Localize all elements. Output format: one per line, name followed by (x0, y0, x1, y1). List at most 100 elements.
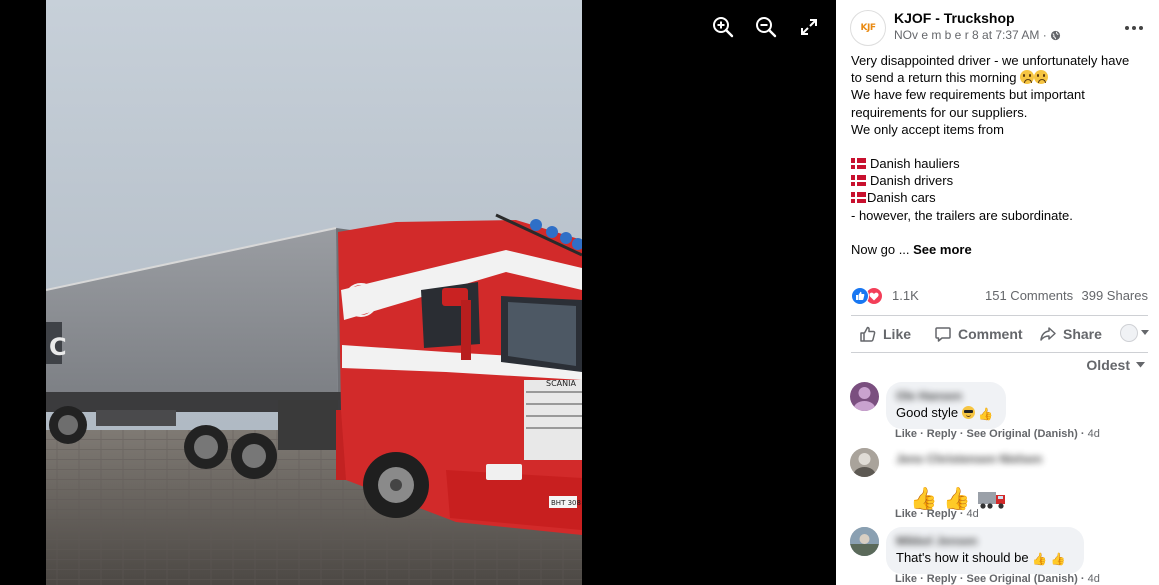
comment-meta: Like · Reply · See Original (Danish) · 4… (895, 428, 1100, 440)
post-header: KJF KJOF - Truckshop NOv e m b e r 8 at … (850, 8, 1150, 46)
post-line: We have few requirements but important (851, 87, 1085, 103)
sad-emoji-icon (1034, 70, 1049, 85)
comment-like-link[interactable]: Like (895, 573, 917, 585)
more-options-button[interactable] (1122, 16, 1146, 40)
page-avatar[interactable]: KJF (850, 10, 886, 46)
post-line: We only accept items from (851, 121, 1004, 137)
shares-count[interactable]: 399 Shares (1082, 288, 1149, 303)
truck-photo-illustration: C SCANIA BHT 308 (46, 0, 582, 585)
commenter-name[interactable]: Jens Christensen Nielsen (896, 452, 1042, 466)
post-timestamp[interactable]: NOv e m b e r 8 at 7:37 AM · (894, 28, 1061, 42)
reaction-audience-selector[interactable] (1120, 324, 1149, 342)
comment-age: 4d (1087, 573, 1100, 585)
post-line-text: to send a return this morning (851, 70, 1021, 86)
comment-reply-link[interactable]: Reply (927, 508, 957, 520)
see-original-link[interactable]: See Original (Danish) (967, 428, 1078, 440)
post-text: Very disappointed driver - we unfortunat… (851, 52, 1151, 258)
like-label: Like (883, 326, 912, 342)
comment-emoji-row: 👍 👍 (910, 488, 1007, 510)
share-icon (1040, 327, 1056, 341)
denmark-flag-icon (851, 175, 866, 187)
comment-bubble: Mikkel Jensen That's how it should be 👍 … (886, 527, 1084, 574)
chevron-down-icon (1141, 330, 1149, 335)
svg-text:SCANIA: SCANIA (546, 379, 576, 388)
zoom-in-icon[interactable] (711, 15, 735, 39)
comment-reply-link[interactable]: Reply (927, 573, 957, 585)
comment-sort-dropdown[interactable]: Oldest (1086, 357, 1145, 373)
post-photo[interactable]: C SCANIA BHT 308 (46, 0, 582, 585)
truncated-text: Now go ... (851, 241, 914, 257)
comment-like-link[interactable]: Like (895, 428, 917, 440)
comment-icon (935, 327, 951, 342)
reactions-summary[interactable] (851, 287, 887, 305)
denmark-flag-icon (851, 158, 866, 170)
post-actions: Like Comment Share (851, 318, 1151, 350)
see-more-link[interactable]: See more (913, 242, 972, 257)
flag-item-text: Danish drivers (870, 173, 954, 189)
sunglasses-emoji-icon (961, 406, 975, 419)
photo-viewer: C SCANIA BHT 308 (0, 0, 836, 585)
flag-line: Danish hauliers (851, 155, 1151, 172)
sort-label: Oldest (1086, 357, 1130, 373)
flag-line: Danish cars (851, 189, 1151, 206)
like-icon (860, 326, 876, 342)
reaction-count[interactable]: 1.1K (892, 288, 919, 303)
commenter-avatar[interactable] (850, 448, 879, 477)
share-button[interactable]: Share (1039, 325, 1102, 343)
post-line: to send a return this morning (851, 69, 1151, 86)
comment-reply-link[interactable]: Reply (927, 428, 957, 440)
thumbs-up-emoji-icon: 👍 (943, 486, 971, 511)
comment-button[interactable]: Comment (934, 325, 1023, 343)
commenter-name[interactable]: Mikkel Jensen (896, 534, 1074, 548)
comment-header: Jens Christensen Nielsen (896, 452, 1042, 466)
like-button[interactable]: Like (859, 325, 911, 343)
comment-bubble: Ole Hansen Good style 👍 (886, 382, 1006, 429)
comment-text: That's how it should be 👍 👍 (896, 550, 1074, 566)
divider (851, 315, 1148, 316)
flag-line: Danish drivers (851, 172, 1151, 189)
comment-text-content: That's how it should be (896, 550, 1033, 565)
flag-item-text: Danish hauliers (870, 156, 960, 172)
truck-emoji-icon (977, 492, 1005, 509)
comment-meta: Like · Reply · See Original (Danish) · 4… (895, 573, 1100, 585)
see-original-link[interactable]: See Original (Danish) (967, 573, 1078, 585)
svg-text:C: C (49, 333, 67, 361)
profile-circle-icon (1120, 324, 1138, 342)
post-line: Now go ... See more (851, 241, 1151, 258)
denmark-flag-icon (851, 192, 866, 204)
comment-text-content: Good style (896, 405, 962, 420)
post-stats: 1.1K 151 Comments 399 Shares (851, 286, 1148, 306)
zoom-out-icon[interactable] (754, 15, 778, 39)
fullscreen-icon[interactable] (797, 15, 821, 39)
thumbs-up-emoji-icon: 👍 (1032, 552, 1048, 566)
commenter-name[interactable]: Ole Hansen (896, 389, 996, 403)
comment-like-link[interactable]: Like (895, 508, 917, 520)
timestamp-text: NOv e m b e r 8 at 7:37 AM · (894, 28, 1047, 42)
post-line: requirements for our suppliers. (851, 104, 1028, 120)
thumbs-up-emoji-icon: 👍 (1050, 552, 1066, 566)
sad-emoji-icon (1020, 70, 1035, 85)
svg-text:BHT 308: BHT 308 (551, 499, 581, 507)
divider (851, 352, 1148, 353)
like-reaction-icon (851, 287, 869, 305)
share-label: Share (1063, 326, 1102, 342)
flag-item-text: Danish cars (867, 190, 936, 206)
page-name-link[interactable]: KJOF - Truckshop (894, 10, 1015, 26)
comment-label: Comment (958, 326, 1023, 342)
commenter-avatar[interactable] (850, 382, 879, 411)
chevron-down-icon (1136, 362, 1145, 368)
comments-count[interactable]: 151 Comments (985, 288, 1073, 303)
page-logo: KJF (861, 23, 876, 33)
thumbs-up-emoji-icon: 👍 (910, 486, 938, 511)
thumbs-up-emoji-icon: 👍 (978, 407, 994, 421)
comment-meta: Like · Reply · 4d (895, 508, 979, 520)
comment-age: 4d (966, 508, 979, 520)
post-line: Very disappointed driver - we unfortunat… (851, 53, 1130, 68)
globe-icon (1050, 30, 1060, 40)
comment-age: 4d (1087, 428, 1100, 440)
commenter-avatar[interactable] (850, 527, 879, 556)
post-panel: KJF KJOF - Truckshop NOv e m b e r 8 at … (836, 0, 1159, 585)
logo-text: KJF (860, 23, 876, 33)
